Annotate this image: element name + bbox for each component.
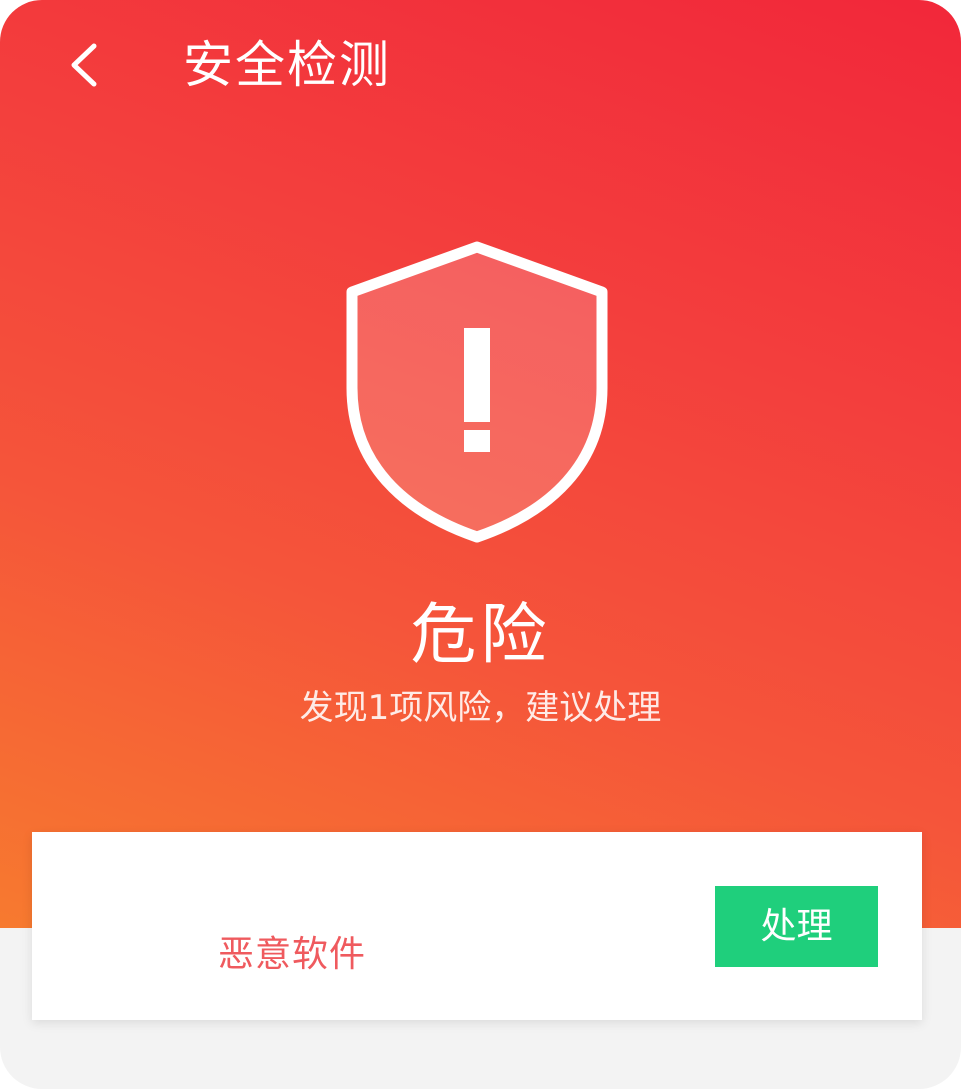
page-title: 安全检测 [183,36,391,94]
status-title: 危险 [410,596,551,673]
risk-item-card: 恶意软件 处理 [32,832,922,1020]
status-subtitle: 发现1项风险，建议处理 [299,688,662,728]
shield-warning-icon [346,241,608,543]
handle-button[interactable]: 处理 [715,886,878,967]
header-hero: 安全检测 危险 发现1项风险，建议处理 [0,0,961,928]
risk-item-name: 恶意软件 [218,934,367,975]
security-scan-screen: 安全检测 危险 发现1项风险，建议处理 恶意软件 处理 [0,0,961,1089]
back-button[interactable] [58,34,118,94]
chevron-left-icon [71,43,97,87]
